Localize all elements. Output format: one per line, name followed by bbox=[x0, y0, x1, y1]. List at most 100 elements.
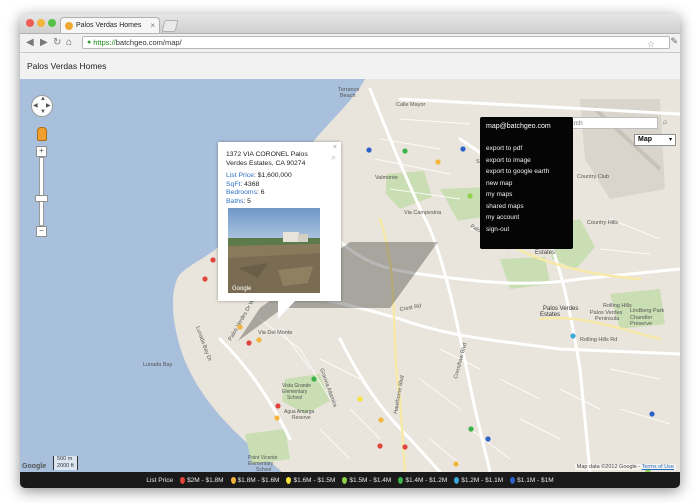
svg-text:Crest Rd: Crest Rd bbox=[399, 303, 421, 313]
lock-icon: ● bbox=[87, 39, 92, 46]
legend-item-text: $1.4M - $1.2M bbox=[405, 476, 448, 484]
marker-icon bbox=[398, 476, 404, 484]
map-attribution: Map data ©2012 Google - Terms of Use bbox=[574, 464, 676, 470]
legend-item-text: $1.8M - $1.6M bbox=[237, 476, 280, 484]
menu-item-shared-maps[interactable]: shared maps bbox=[486, 201, 549, 213]
svg-text:Calle Mayor: Calle Mayor bbox=[396, 102, 426, 108]
pegman-icon[interactable] bbox=[37, 127, 47, 141]
legend-item[interactable]: $1.5M - $1.4M bbox=[342, 476, 392, 484]
list-price-value: : $1,600,000 bbox=[253, 172, 292, 179]
new-tab-button[interactable] bbox=[161, 20, 179, 32]
minimize-window-button[interactable] bbox=[37, 19, 45, 27]
svg-text:Beach: Beach bbox=[340, 93, 356, 99]
search-icon[interactable]: ⌕ bbox=[659, 117, 671, 129]
zoom-slider-thumb[interactable] bbox=[35, 195, 48, 202]
marker-icon bbox=[454, 476, 460, 484]
maximize-window-button[interactable] bbox=[48, 19, 56, 27]
user-menu: map@batchgeo.com export to pdf export to… bbox=[480, 117, 573, 249]
street-view-photo[interactable]: Google bbox=[228, 208, 320, 293]
favicon-icon bbox=[65, 21, 73, 30]
app-header: Palos Verdas Homes bbox=[20, 53, 680, 79]
scale-bar: 500 m 2000 ft bbox=[53, 456, 78, 470]
popup-list-price: List Price: $1,600,000 bbox=[226, 172, 292, 181]
bedrooms-label: Bedrooms bbox=[226, 189, 257, 196]
zoom-out-button[interactable]: − bbox=[36, 226, 47, 237]
legend-item[interactable]: $1.4M - $1.2M bbox=[398, 476, 448, 484]
zoom-in-button[interactable]: + bbox=[36, 146, 47, 157]
menu-item-new-map[interactable]: new map bbox=[486, 178, 549, 190]
close-icon[interactable]: × bbox=[150, 21, 155, 30]
map-canvas[interactable]: TorranceBeach Calle Mayor Valmonte Silve… bbox=[20, 79, 680, 472]
map-type-select[interactable]: Map ▾ bbox=[634, 134, 676, 146]
svg-text:Lunada Bay Dr: Lunada Bay Dr bbox=[194, 326, 212, 363]
user-email[interactable]: map@batchgeo.com bbox=[486, 123, 551, 130]
google-logo[interactable]: Google bbox=[22, 463, 46, 470]
close-window-button[interactable] bbox=[26, 19, 34, 27]
menu-item-export-google-earth[interactable]: export to google earth bbox=[486, 166, 549, 178]
chevron-down-icon: ▾ bbox=[668, 137, 672, 143]
reload-icon[interactable]: ↻ bbox=[53, 36, 61, 50]
menu-item-my-maps[interactable]: my maps bbox=[486, 189, 549, 201]
svg-text:Hawthorne Blvd: Hawthorne Blvd bbox=[393, 375, 406, 414]
tab-title: Palos Verdas Homes bbox=[76, 22, 142, 29]
legend-item[interactable]: $1.8M - $1.6M bbox=[230, 476, 280, 484]
bedrooms-value: : 6 bbox=[256, 189, 265, 196]
browser-window: Palos Verdas Homes × ◀ ▶ ↻ ⌂ ● https:// … bbox=[20, 14, 680, 488]
menu-item-sign-out[interactable]: sign-out bbox=[486, 224, 549, 236]
legend-item[interactable]: $2M - $1.8M bbox=[180, 476, 224, 484]
svg-text:Estates: Estates bbox=[535, 250, 555, 256]
menu-item-export-image[interactable]: export to image bbox=[486, 155, 549, 167]
svg-text:Country Club: Country Club bbox=[577, 174, 609, 180]
svg-text:Google: Google bbox=[232, 286, 252, 292]
svg-text:School: School bbox=[287, 395, 302, 401]
svg-text:Via Campesina: Via Campesina bbox=[404, 210, 442, 216]
menu-item-export-pdf[interactable]: export to pdf bbox=[486, 143, 549, 155]
marker-icon bbox=[342, 476, 348, 484]
marker-icon bbox=[230, 476, 236, 484]
legend-item-text: $2M - $1.8M bbox=[187, 476, 224, 484]
baths-value: : 5 bbox=[243, 197, 251, 205]
url-scheme: https:// bbox=[93, 38, 116, 47]
legend-item-text: $1.1M - $1M bbox=[517, 476, 554, 484]
legend-item[interactable]: $1.6M - $1.5M bbox=[286, 476, 336, 484]
svg-text:Preserve: Preserve bbox=[630, 321, 652, 327]
marker-icon bbox=[510, 476, 516, 484]
zoom-icon[interactable]: ⌕ bbox=[332, 153, 336, 163]
svg-text:Lunada Bay: Lunada Bay bbox=[143, 362, 173, 368]
url-path: batchgeo.com/map/ bbox=[115, 38, 182, 47]
sqft-value: : 4368 bbox=[240, 180, 260, 188]
pan-control[interactable]: ▲ ▼ ◀ ▶ bbox=[31, 95, 53, 117]
zoom-slider[interactable] bbox=[39, 157, 44, 226]
back-arrow-icon[interactable]: ◀ bbox=[26, 36, 34, 50]
legend-item-text: $1.5M - $1.4M bbox=[349, 476, 392, 484]
svg-text:Estates: Estates bbox=[540, 312, 560, 318]
svg-text:Country Hills: Country Hills bbox=[587, 220, 618, 226]
map-data-text: Map data ©2012 Google - bbox=[576, 464, 641, 470]
user-menu-list: export to pdf export to image export to … bbox=[486, 143, 549, 235]
forward-arrow-icon[interactable]: ▶ bbox=[40, 36, 48, 50]
browser-tab[interactable]: Palos Verdas Homes × bbox=[60, 17, 160, 33]
tab-bar: Palos Verdas Homes × bbox=[20, 14, 680, 34]
baths-label: Baths bbox=[226, 197, 244, 205]
legend-item[interactable]: $1.2M - $1.1M bbox=[454, 476, 503, 484]
svg-text:Rolling Hills: Rolling Hills bbox=[603, 303, 632, 309]
popup-bedrooms: Bedrooms: 6 bbox=[226, 189, 265, 198]
browser-toolbar: ◀ ▶ ↻ ⌂ ● https:// batchgeo.com/map/ ☆ ✎ bbox=[20, 34, 680, 53]
street-view-image: Google bbox=[228, 208, 320, 293]
address-bar[interactable]: ● https:// batchgeo.com/map/ ☆ bbox=[82, 36, 670, 49]
map-base: TorranceBeach Calle Mayor Valmonte Silve… bbox=[20, 79, 680, 472]
wrench-icon[interactable]: ✎ bbox=[670, 36, 678, 47]
svg-text:Valmonte: Valmonte bbox=[375, 175, 398, 181]
search-input[interactable] bbox=[558, 117, 658, 129]
menu-item-my-account[interactable]: my account bbox=[486, 212, 549, 224]
svg-text:Lindberg Park: Lindberg Park bbox=[630, 308, 664, 314]
legend-item-text: $1.6M - $1.5M bbox=[293, 476, 336, 484]
close-icon[interactable]: × bbox=[333, 144, 337, 153]
legend-item[interactable]: $1.1M - $1M bbox=[510, 476, 554, 484]
popup-address: 1372 VIA CORONEL Palos Verdes Estates, C… bbox=[226, 151, 308, 167]
popup-baths: Baths: 5 bbox=[226, 198, 251, 207]
sqft-label: SqFt bbox=[226, 180, 241, 188]
home-icon[interactable]: ⌂ bbox=[66, 36, 72, 50]
star-icon[interactable]: ☆ bbox=[647, 39, 655, 50]
terms-link[interactable]: Terms of Use bbox=[642, 464, 674, 470]
